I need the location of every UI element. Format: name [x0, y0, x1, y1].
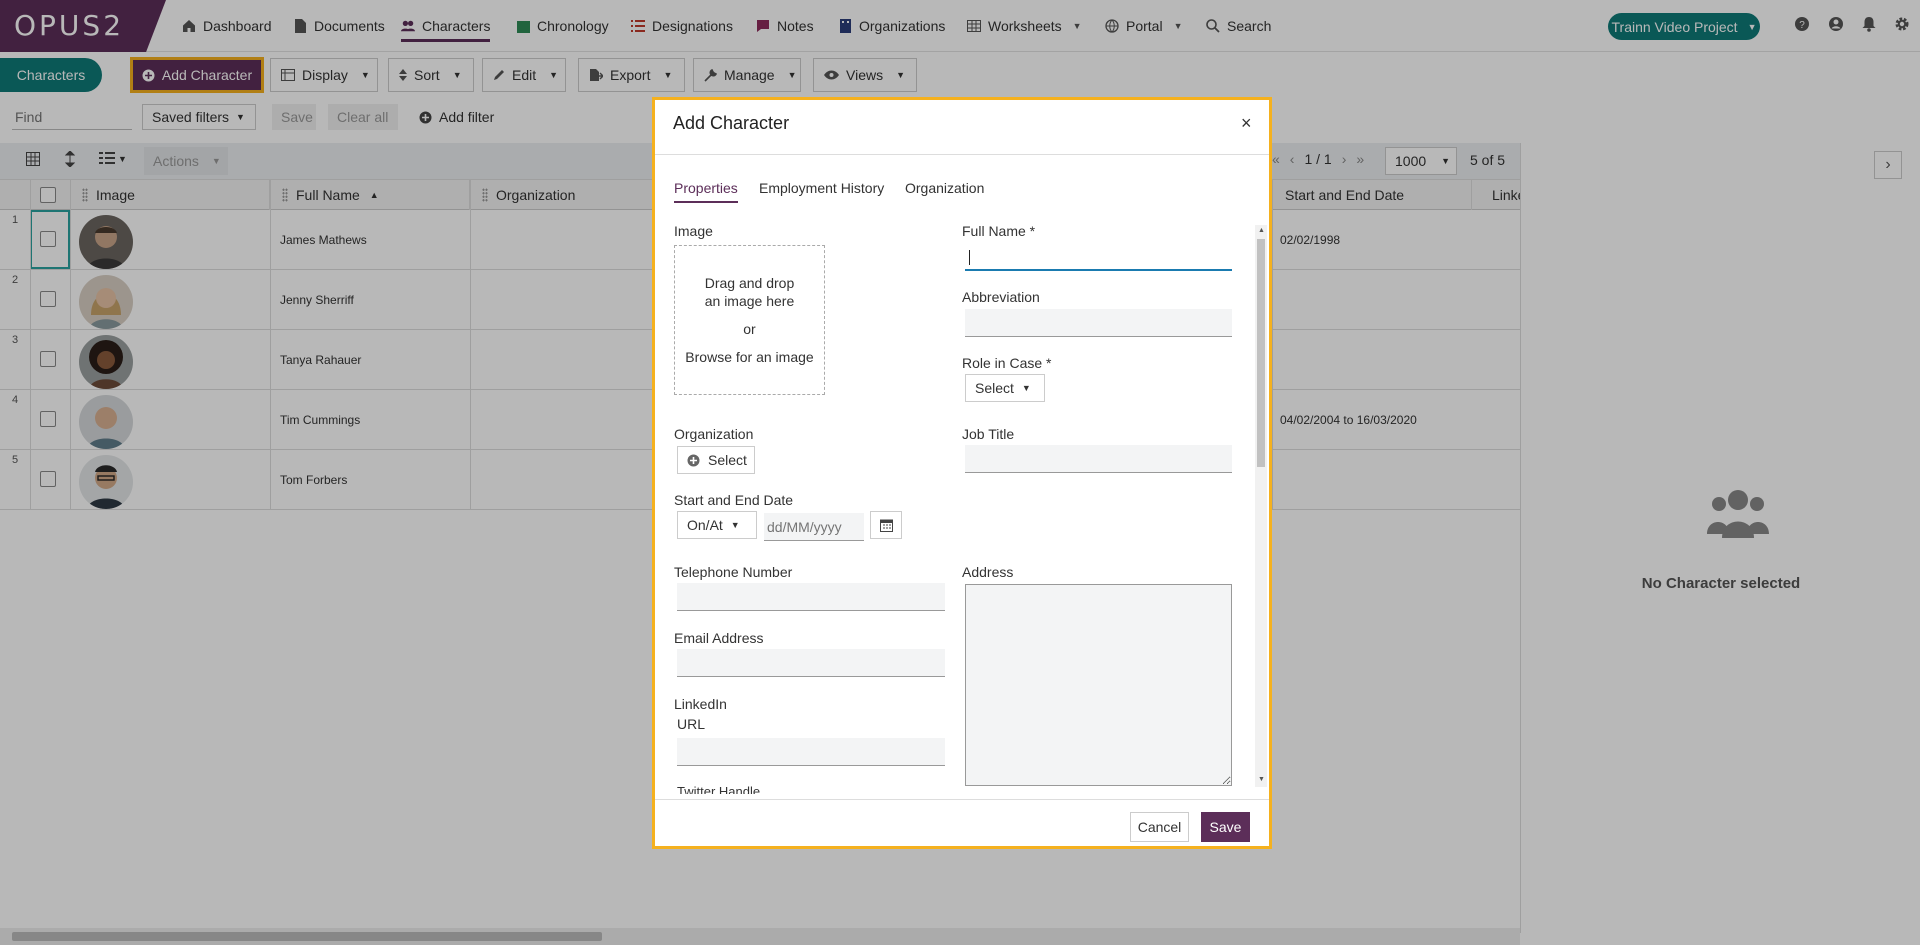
button-label: Select [708, 452, 747, 468]
url-label: URL [677, 716, 706, 732]
scroll-down-icon[interactable]: ▼ [1258, 776, 1265, 783]
add-character-dialog: Add Character × Properties Employment Hi… [652, 97, 1272, 849]
dropzone-text: an image here [704, 293, 795, 309]
divider [655, 799, 1269, 800]
tab-organization[interactable]: Organization [905, 180, 984, 201]
close-icon[interactable]: × [1241, 113, 1252, 134]
telephone-input[interactable] [677, 583, 945, 611]
address-textarea[interactable] [965, 584, 1232, 786]
cancel-button[interactable]: Cancel [1130, 812, 1189, 842]
divider [655, 154, 1269, 155]
abbreviation-input[interactable] [965, 309, 1232, 337]
twitter-label: Twitter Handle [677, 784, 761, 794]
save-button[interactable]: Save [1201, 812, 1250, 842]
select-value: Select [975, 380, 1014, 396]
job-title-input[interactable] [965, 445, 1232, 473]
dialog-scrollbar[interactable]: ▲ ▼ [1255, 225, 1267, 787]
role-in-case-label: Role in Case * [962, 355, 1052, 371]
address-label: Address [962, 564, 1014, 580]
dialog-scrollbar-thumb[interactable] [1257, 239, 1265, 467]
dropzone-or: or [743, 321, 756, 337]
email-label: Email Address [674, 630, 764, 646]
job-title-label: Job Title [962, 426, 1015, 442]
abbreviation-label: Abbreviation [962, 289, 1040, 305]
dropzone-text: Drag and drop [704, 275, 795, 291]
dialog-title: Add Character [673, 113, 790, 133]
truncated-field-label-wrap: Twitter Handle [677, 784, 797, 794]
scroll-up-icon[interactable]: ▲ [1258, 227, 1265, 234]
button-label: Save [1209, 819, 1242, 835]
chevron-down-icon: ▼ [1021, 383, 1031, 393]
date-mode-select[interactable]: On/At ▼ [677, 511, 757, 539]
organization-select-button[interactable]: Select [677, 446, 755, 474]
browse-image-link[interactable]: Browse for an image [675, 348, 824, 366]
linkedin-label: LinkedIn [674, 696, 727, 712]
chevron-down-icon: ▼ [730, 520, 740, 530]
button-label: Cancel [1137, 819, 1182, 835]
calendar-icon [879, 518, 893, 532]
full-name-input[interactable] [965, 243, 1232, 271]
tab-properties[interactable]: Properties [674, 180, 738, 203]
text-cursor [969, 250, 970, 265]
calendar-picker-button[interactable] [870, 511, 902, 539]
telephone-label: Telephone Number [674, 564, 793, 580]
start-end-date-label: Start and End Date [674, 492, 794, 508]
organization-label: Organization [674, 426, 754, 442]
select-value: On/At [687, 517, 723, 533]
role-in-case-select[interactable]: Select ▼ [965, 374, 1045, 402]
email-input[interactable] [677, 649, 945, 677]
plus-circle-icon [687, 454, 700, 467]
date-input[interactable] [764, 513, 864, 541]
linkedin-url-input[interactable] [677, 738, 945, 766]
full-name-label: Full Name * [962, 223, 1036, 239]
image-dropzone[interactable]: Drag and drop an image here or Browse fo… [674, 245, 825, 395]
tab-employment-history[interactable]: Employment History [759, 180, 884, 201]
image-label: Image [674, 223, 713, 239]
